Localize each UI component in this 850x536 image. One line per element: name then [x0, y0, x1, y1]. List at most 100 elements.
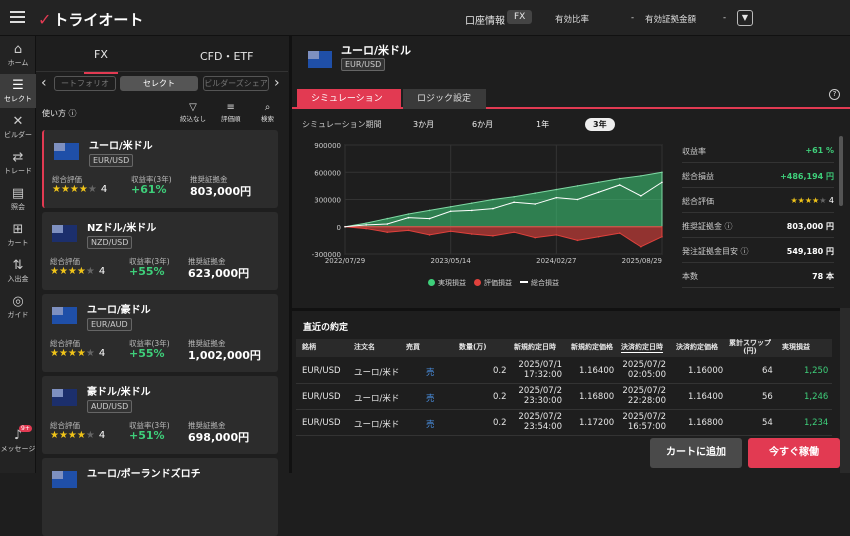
period-6m[interactable]: 6か月	[472, 119, 493, 130]
data-point	[471, 233, 473, 235]
filter-button[interactable]: ▽ 絞込なし	[180, 102, 206, 123]
detail-title: ユーロ/米ドル	[341, 44, 412, 57]
market-tabs: FX CFD・ETF	[36, 36, 288, 74]
filter-icon: ▽	[189, 102, 197, 113]
help-icon[interactable]: ?	[829, 89, 840, 100]
data-point	[597, 235, 600, 238]
tab-simulation[interactable]: シミュレーション	[297, 89, 401, 109]
tab-logic-settings[interactable]: ロジック設定	[403, 89, 486, 109]
data-point	[618, 232, 621, 234]
sidebar-nav: ⌂ ホーム ☰ セレクト ✕ ビルダー ⇄ トレード ▤ 照会 ⊞ カート ⇅ 入出金 ◎ ガイ…	[0, 36, 36, 473]
rating-stars-icon: ★★★★★ 4	[50, 430, 106, 441]
account-type-badge[interactable]: FX	[507, 10, 533, 24]
start-now-button[interactable]: 今すぐ稼働	[748, 438, 840, 468]
sidebar-item-inquiry[interactable]: ▤ 照会	[0, 186, 36, 212]
strategy-list-panel: FX CFD・ETF ‹ ートフォリオ セレクト ビルダーズシェア › 使い方 …	[36, 36, 324, 536]
sidebar-item-cart[interactable]: ⊞ カート	[0, 222, 36, 248]
info-icon[interactable]: ⓘ	[741, 247, 749, 256]
trade-icon: ⇄	[12, 150, 24, 165]
trades-scroll-track[interactable]	[840, 308, 850, 473]
question-icon: ⓘ	[68, 109, 77, 118]
data-point	[640, 175, 642, 177]
sidebar-item-messages[interactable]: ♪ 9+ メッセージ	[0, 425, 36, 454]
sidebar-item-select[interactable]: ☰ セレクト	[0, 74, 36, 108]
pill-portfolio[interactable]: ートフォリオ	[54, 76, 116, 91]
builder-icon: ✕	[12, 114, 24, 129]
chevron-right-icon[interactable]: ›	[274, 75, 280, 91]
guide-icon: ◎	[12, 294, 24, 309]
y-tick-label: 0	[337, 224, 341, 232]
card-return: +55%	[129, 347, 165, 360]
strategy-card[interactable]: ユーロ/ポーランドズロチ	[42, 458, 278, 536]
sidebar-item-deposit[interactable]: ⇅ 入出金	[0, 258, 36, 284]
search-button[interactable]: ⌕ 検索	[261, 102, 274, 123]
sidebar-item-builder[interactable]: ✕ ビルダー	[0, 114, 36, 140]
info-icon[interactable]: ⓘ	[725, 222, 733, 231]
account-dropdown-icon[interactable]: ▼	[737, 10, 753, 26]
inquiry-icon: ▤	[11, 186, 25, 201]
data-point	[428, 217, 431, 220]
stat-rating: 総合評価 ★★★★★ 4	[682, 188, 834, 213]
stats-scrollbar[interactable]	[839, 136, 843, 206]
brand-logo[interactable]: ✓ トライオート	[38, 9, 143, 30]
sidebar-item-trade[interactable]: ⇄ トレード	[0, 150, 36, 176]
period-3m[interactable]: 3か月	[413, 119, 434, 130]
strategy-card[interactable]: ユーロ/豪ドル EUR/AUD 総合評価 収益率(3年) 推奨証拠金 ★★★★★ 4 +55%…	[42, 294, 278, 372]
data-point	[534, 236, 536, 239]
period-3y[interactable]: 3年	[585, 118, 615, 131]
data-point	[640, 195, 642, 197]
account-info-label: 口座情報	[465, 16, 505, 27]
strategy-card[interactable]: ユーロ/米ドル EUR/USD 総合評価 収益率(3年) 推奨証拠金 ★★★★★ 4 +61%…	[42, 130, 278, 208]
card-margin: 1,002,000円	[188, 349, 261, 362]
pill-builders-share[interactable]: ビルダーズシェア	[203, 76, 269, 91]
x-tick-label: 2023/05/14	[430, 257, 471, 265]
table-row[interactable]: EUR/USD ユーロ/米ド売 0.2 2025/07/2 23:54:00 1.1720…	[296, 410, 832, 436]
sidebar-item-guide[interactable]: ◎ ガイド	[0, 294, 36, 320]
series-area	[344, 226, 663, 248]
legend-swatch	[474, 279, 481, 286]
card-name: 豪ドル/米ドル	[87, 387, 151, 398]
data-point	[555, 234, 558, 236]
pill-select[interactable]: セレクト	[120, 76, 198, 91]
card-name: NZドル/米ドル	[87, 223, 157, 234]
data-point	[513, 201, 515, 204]
add-to-cart-button[interactable]: カートに追加	[650, 438, 742, 468]
data-point	[661, 181, 663, 184]
data-point	[407, 216, 410, 219]
strategy-card[interactable]: 豪ドル/米ドル AUD/USD 総合評価 収益率(3年) 推奨証拠金 ★★★★★ 4 +51%…	[42, 376, 278, 454]
sort-button[interactable]: ≡ 評価順	[221, 102, 241, 123]
table-row[interactable]: EUR/USD ユーロ/米ド売 0.2 2025/07/2 23:30:00 1.1680…	[296, 384, 832, 410]
y-tick-label: 300000	[314, 197, 341, 205]
hamburger-menu-icon[interactable]	[10, 11, 25, 23]
data-point	[661, 171, 663, 174]
sidebar-item-home[interactable]: ⌂ ホーム	[0, 42, 36, 68]
currency-flag-icon	[52, 225, 77, 242]
y-tick-label: 900000	[314, 142, 341, 150]
currency-flag-icon	[52, 307, 77, 324]
table-row[interactable]: EUR/USD ユーロ/米ド売 0.2 2025/07/1 17:32:00 1.1640…	[296, 358, 832, 384]
card-code: EUR/USD	[89, 154, 134, 167]
data-point	[449, 210, 452, 213]
data-point	[428, 234, 431, 236]
category-pills: ‹ ートフォリオ セレクト ビルダーズシェア ›	[36, 72, 288, 96]
data-point	[576, 239, 579, 242]
tab-cfd-etf[interactable]: CFD・ETF	[200, 48, 253, 64]
howto-link[interactable]: 使い方 ⓘ	[42, 108, 77, 119]
data-point	[365, 227, 367, 230]
strategy-card[interactable]: NZドル/米ドル NZD/USD 総合評価 収益率(3年) 推奨証拠金 ★★★★★ 4 +55…	[42, 212, 278, 290]
data-point	[471, 209, 473, 212]
pnl-chart: 9000006000003000000-3000002022/07/29 2023…	[312, 142, 663, 265]
data-point	[597, 191, 600, 194]
tab-fx[interactable]: FX	[84, 48, 118, 74]
data-point	[597, 181, 600, 184]
data-point	[492, 235, 494, 237]
data-point	[365, 224, 367, 226]
data-point	[407, 213, 410, 215]
margin-amount-value: -	[723, 13, 727, 23]
x-tick-label: 2025/08/29	[622, 257, 662, 265]
data-point	[365, 222, 367, 224]
app-header: ✓ トライオート 口座情報 FX 有効比率 - 有効証拠金額 - ▼	[0, 0, 850, 36]
period-1y[interactable]: 1年	[536, 119, 549, 130]
chevron-left-icon[interactable]: ‹	[41, 75, 47, 91]
logo-mark-icon: ✓	[38, 10, 52, 29]
